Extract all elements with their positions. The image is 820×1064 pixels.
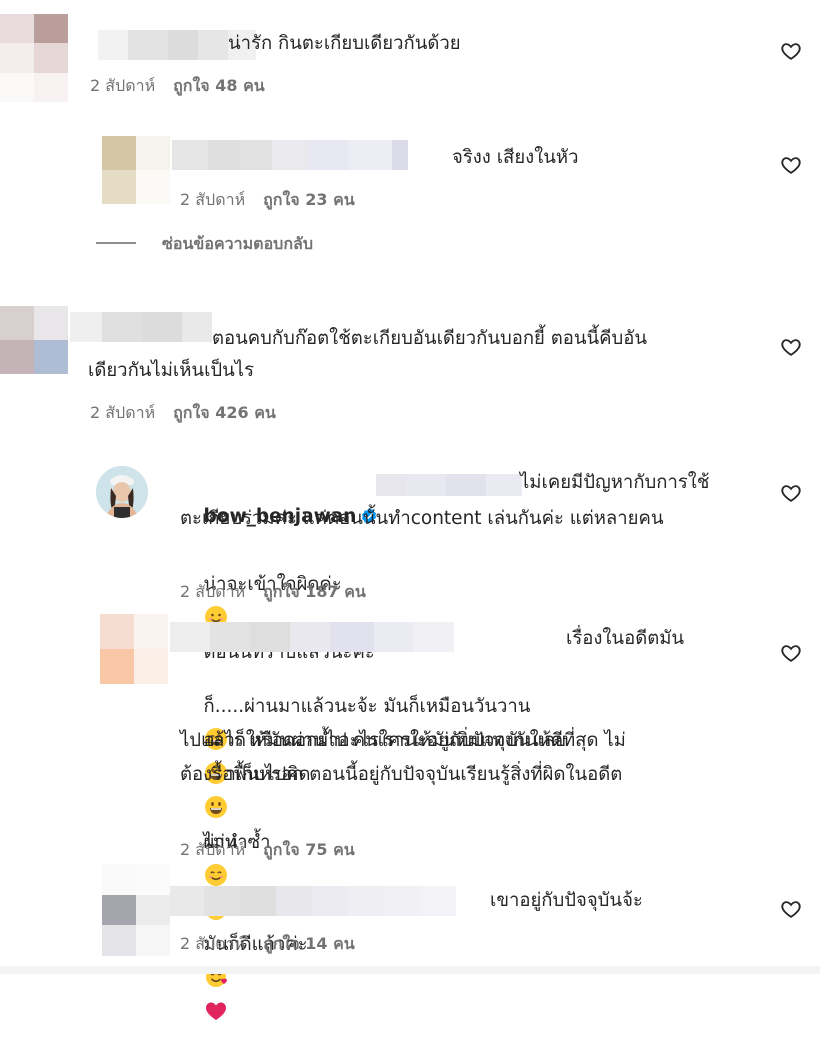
comment-text-line-2: ตะเกียบร่วมค่ะ แค่ตอนนั้นทำcontent เล่นก…	[180, 508, 664, 529]
comment-likes[interactable]: ถูกใจ 187 คน	[263, 582, 366, 601]
comment-text-line-1: ตอนคบกับก๊อตใช้ตะเกียบอันเดียวกันบอกยี้ …	[212, 328, 648, 349]
comment-text-line-1: เรื่องในอดีตมัน	[566, 628, 685, 649]
comment-time[interactable]: 2 สัปดาห์	[180, 190, 245, 209]
blurred-username[interactable]	[170, 622, 454, 652]
comment-text-line-2: เดียวกันไม่เห็นเป็นไร	[88, 360, 255, 381]
comment-likes[interactable]: ถูกใจ 75 คน	[263, 840, 355, 859]
comment-time[interactable]: 2 สัปดาห์	[180, 934, 245, 953]
comment-time[interactable]: 2 สัปดาห์	[180, 582, 245, 601]
heart-icon[interactable]	[780, 40, 802, 62]
blurred-username[interactable]	[376, 474, 522, 496]
heart-icon[interactable]	[780, 336, 802, 358]
comment-likes[interactable]: ถูกใจ 14 คน	[263, 934, 355, 953]
comment-likes[interactable]: ถูกใจ 48 คน	[173, 76, 265, 95]
smiling-face-icon	[204, 864, 227, 886]
bottom-divider	[0, 966, 820, 974]
comment-text-line-1b: ไม่เคยมีปัญหากับการใช้	[520, 472, 710, 493]
avatar[interactable]	[96, 466, 148, 518]
comment-text: จริงง เสียงในหัว	[452, 147, 579, 168]
heart-icon[interactable]	[780, 482, 802, 504]
comment-time[interactable]: 2 สัปดาห์	[90, 403, 155, 422]
profile-photo	[96, 466, 148, 518]
red-heart-icon	[205, 1002, 226, 1020]
heart-icon[interactable]	[780, 642, 802, 664]
comment-meta: 2 สัปดาห์ ถูกใจ 75 คน	[180, 838, 373, 863]
heart-icon[interactable]	[780, 898, 802, 920]
comment-meta: 2 สัปดาห์ ถูกใจ 187 คน	[180, 580, 384, 605]
comment-likes[interactable]: ถูกใจ 426 คน	[173, 403, 276, 422]
comment-meta: 2 สัปดาห์ ถูกใจ 426 คน	[90, 401, 294, 426]
hide-replies-button[interactable]: ซ่อนข้อความตอบกลับ	[162, 232, 313, 257]
comment-meta: 2 สัปดาห์ ถูกใจ 14 คน	[180, 932, 373, 957]
comment-text-line-6: ไม่ทำซ้ำ มันก็ดีแล้วค่ะ	[180, 792, 308, 1064]
comment-meta: 2 สัปดาห์ ถูกใจ 23 คน	[180, 188, 373, 213]
heart-icon[interactable]	[780, 154, 802, 176]
comment-meta: 2 สัปดาห์ ถูกใจ 48 คน	[90, 74, 283, 99]
comment-text-line-4: ไปแล้วก็ให้มันผ่านไป คนเราน่ะอยู่กับปัจจ…	[180, 730, 626, 751]
comment-text: เขาอยู่กับปัจจุบันจ้ะ	[490, 890, 643, 911]
blurred-username[interactable]	[170, 886, 456, 916]
comment-time[interactable]: 2 สัปดาห์	[180, 840, 245, 859]
avatar[interactable]	[102, 136, 170, 204]
comment-time[interactable]: 2 สัปดาห์	[90, 76, 155, 95]
avatar[interactable]	[102, 864, 170, 956]
avatar[interactable]	[0, 306, 68, 374]
avatar[interactable]	[100, 614, 168, 684]
comment-likes[interactable]: ถูกใจ 23 คน	[263, 190, 355, 209]
comment-text-line-5: ต้องรื้อฟื้นหรอก ตอนนี้อยู่กับปัจจุบันเร…	[180, 764, 623, 785]
hide-replies-line	[96, 242, 136, 244]
blurred-username[interactable]	[172, 140, 408, 170]
comment-text: น่ารัก กินตะเกียบเดียวกันด้วย	[228, 33, 461, 54]
avatar[interactable]	[0, 14, 68, 102]
blurred-username[interactable]	[70, 312, 212, 342]
